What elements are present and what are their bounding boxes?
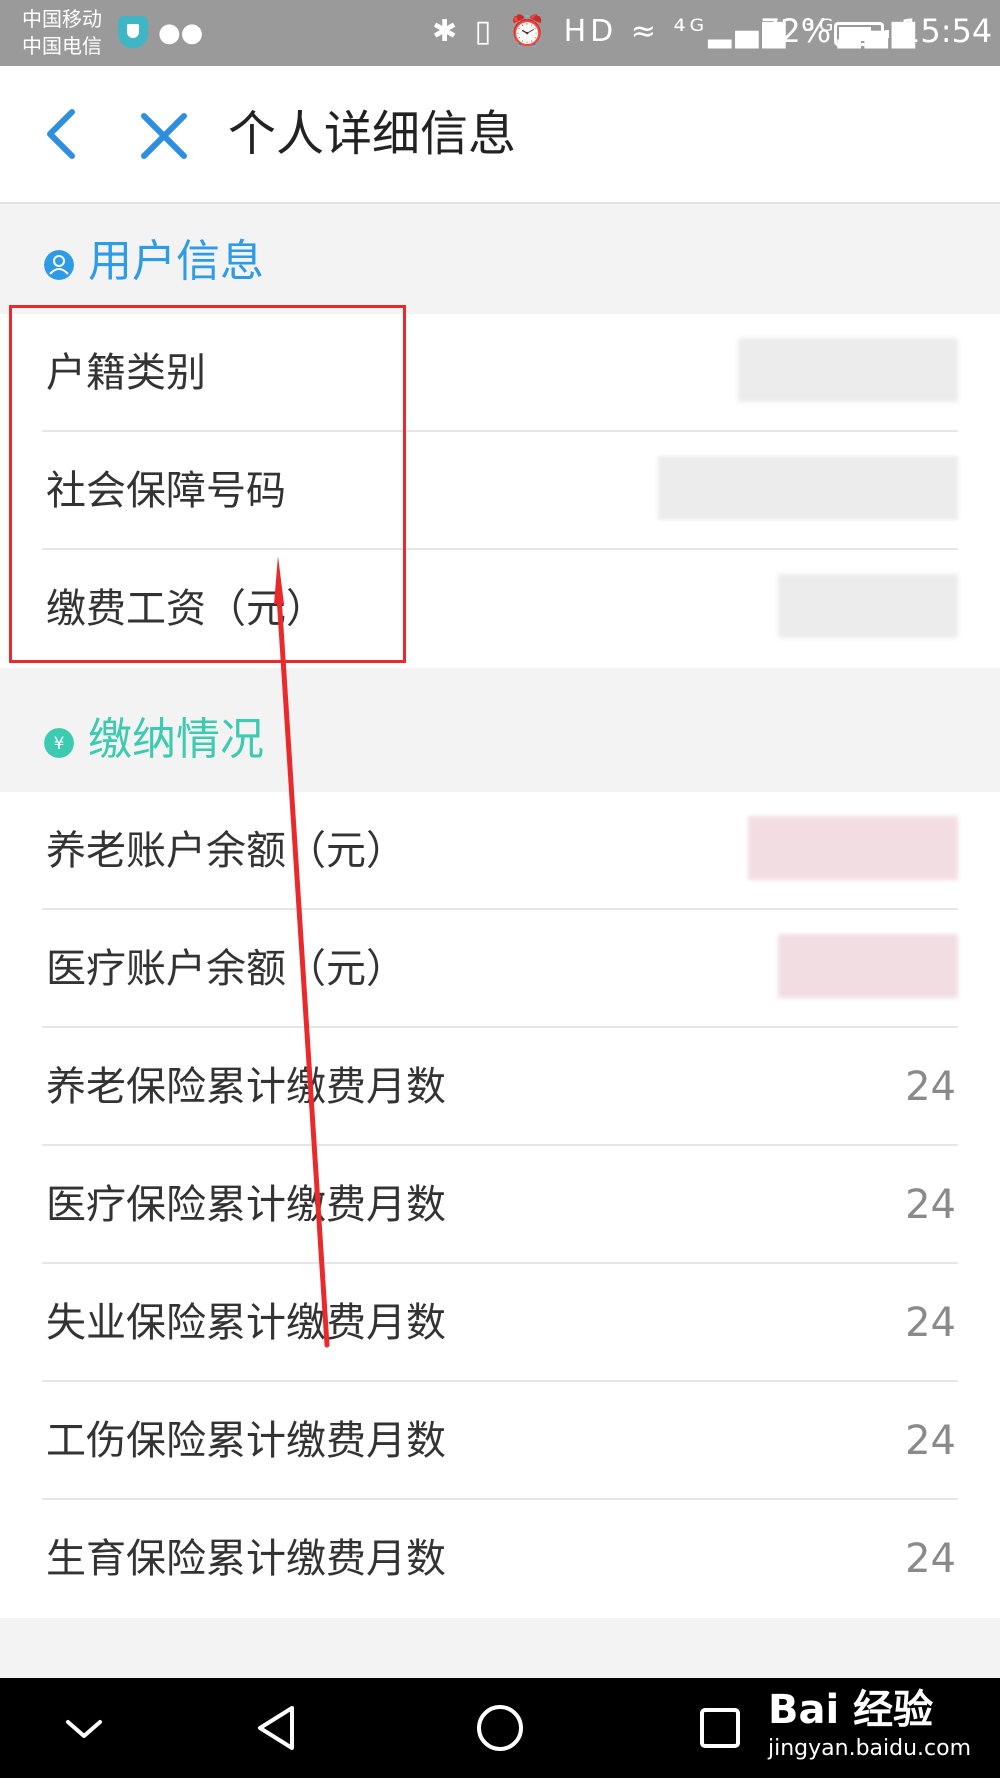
battery-percent: 72%	[760, 12, 832, 50]
redacted-value	[748, 816, 958, 880]
row-label: 工伤保险累计缴费月数	[46, 1418, 446, 1464]
chevron-down-icon[interactable]	[54, 1698, 114, 1758]
recents-square-icon[interactable]	[690, 1698, 750, 1758]
close-icon[interactable]	[138, 110, 190, 162]
page-title: 个人详细信息	[228, 106, 517, 162]
chevron-left-icon[interactable]	[40, 106, 84, 162]
carrier-info: 中国移动 中国电信	[22, 6, 102, 60]
redacted-value	[738, 338, 958, 402]
list-item[interactable]: 失业保险累计缴费月数 24	[42, 1264, 958, 1382]
svg-text:¥: ¥	[54, 734, 65, 754]
bottom-spacer	[0, 1636, 1000, 1678]
row-value: 24	[905, 1536, 956, 1582]
yen-icon: ¥	[44, 728, 74, 758]
watermark-logo: Bai 经验	[768, 1687, 934, 1733]
payment-status-list: 养老账户余额（元） 医疗账户余额（元） 养老保险累计缴费月数 24 医疗保险累计…	[0, 792, 1000, 1618]
status-bar: 中国移动 中国电信 ●● ✱ ▯ ⏰ HD ≈ ⁴ᴳ▂▄▆ ³ᴳ▂▄▆ 72% …	[0, 0, 1000, 66]
section-title: 缴纳情况	[88, 714, 264, 765]
row-value: 24	[905, 1064, 956, 1110]
section-title: 用户信息	[88, 236, 264, 287]
list-item[interactable]: 生育保险累计缴费月数 24	[42, 1500, 958, 1618]
clock: 15:54	[900, 12, 993, 50]
row-label: 养老账户余额（元）	[46, 828, 406, 874]
row-label: 失业保险累计缴费月数	[46, 1300, 446, 1346]
battery-icon	[834, 22, 889, 46]
app-header: 个人详细信息	[0, 66, 1000, 204]
carrier-2: 中国电信	[22, 34, 102, 58]
system-nav-bar: Bai 经验 jingyan.baidu.com	[0, 1678, 1000, 1778]
row-value: 24	[905, 1300, 956, 1346]
list-item[interactable]: 养老账户余额（元）	[42, 792, 958, 910]
baidu-watermark: Bai 经验 jingyan.baidu.com	[768, 1686, 971, 1764]
redacted-value	[778, 574, 958, 638]
home-circle-icon[interactable]	[470, 1698, 530, 1758]
list-item[interactable]: 医疗账户余额（元）	[42, 910, 958, 1028]
shield-icon	[118, 16, 148, 48]
carrier-1: 中国移动	[22, 7, 102, 31]
row-value: 24	[905, 1418, 956, 1464]
row-label: 医疗保险累计缴费月数	[46, 1182, 446, 1228]
redacted-value	[778, 934, 958, 998]
list-item[interactable]: 养老保险累计缴费月数 24	[42, 1028, 958, 1146]
watermark-url: jingyan.baidu.com	[768, 1736, 972, 1761]
wechat-icon: ●●	[158, 18, 204, 48]
row-value: 24	[905, 1182, 956, 1228]
row-label: 养老保险累计缴费月数	[46, 1064, 446, 1110]
redacted-value	[658, 456, 958, 520]
list-item[interactable]: 工伤保险累计缴费月数 24	[42, 1382, 958, 1500]
list-item[interactable]: 医疗保险累计缴费月数 24	[42, 1146, 958, 1264]
annotation-highlight-box	[9, 305, 406, 663]
back-triangle-icon[interactable]	[248, 1698, 308, 1758]
row-label: 医疗账户余额（元）	[46, 946, 406, 992]
section-user-info: 用户信息	[0, 204, 1000, 314]
section-payment-status: ¥ 缴纳情况	[0, 682, 1000, 792]
user-icon	[44, 250, 74, 280]
row-label: 生育保险累计缴费月数	[46, 1536, 446, 1582]
